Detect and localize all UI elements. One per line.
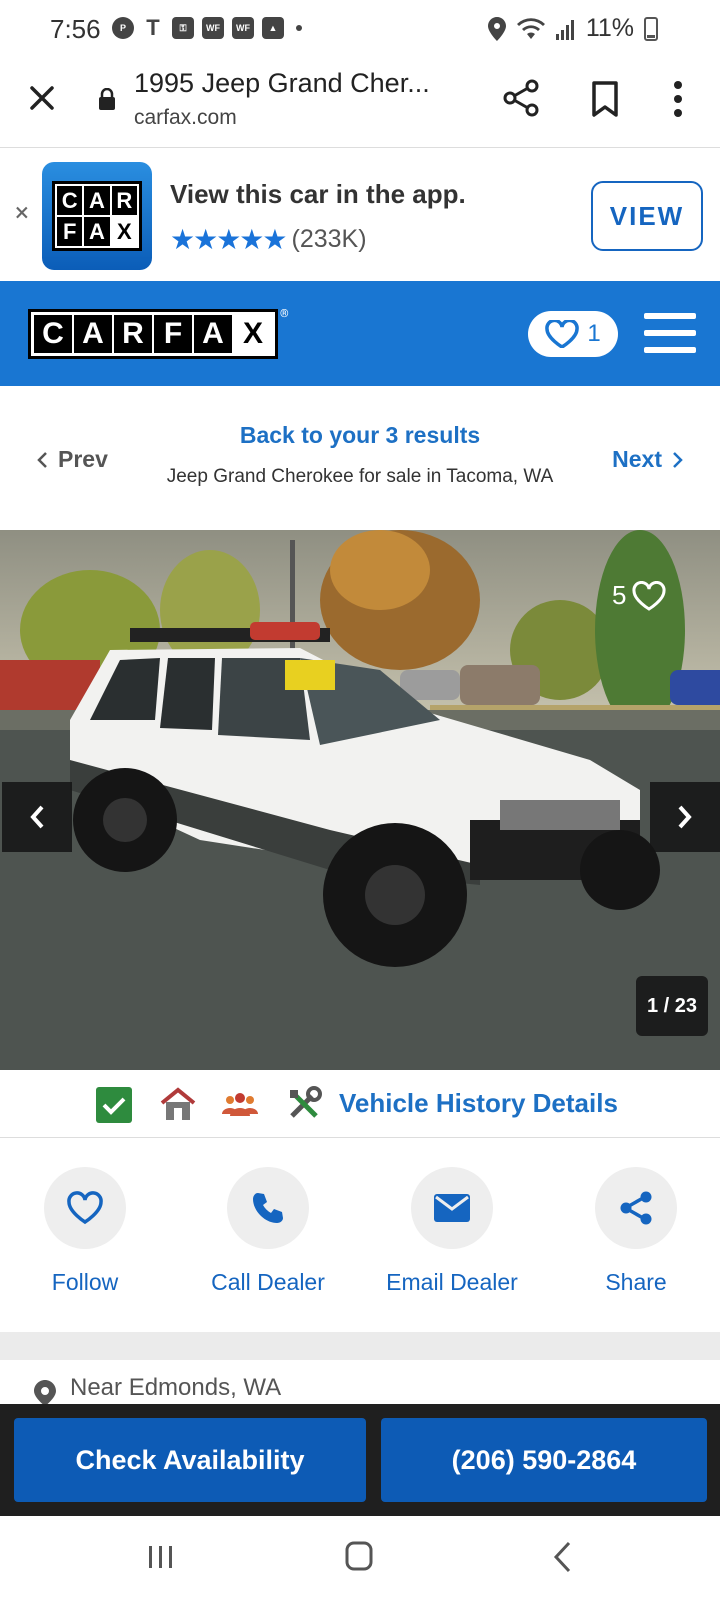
carfax-logo[interactable]: C A R F A X bbox=[28, 309, 278, 359]
system-navigation-bar bbox=[0, 1516, 720, 1600]
more-notifications-dot bbox=[296, 25, 302, 31]
share-label[interactable]: Share bbox=[605, 1269, 666, 1296]
share-icon[interactable] bbox=[502, 79, 540, 117]
status-right: 11% bbox=[487, 14, 658, 43]
listing-actions: Follow Call Dealer Email Dealer Share bbox=[0, 1139, 720, 1332]
app-rating: ★★★★★ (233K) bbox=[170, 223, 367, 256]
url-domain[interactable]: carfax.com bbox=[134, 106, 237, 130]
location-row: Near Edmonds, WA bbox=[0, 1360, 720, 1404]
browser-toolbar: 1995 Jeep Grand Cher... carfax.com bbox=[0, 58, 720, 148]
photo-save-button[interactable]: 5 bbox=[612, 580, 666, 611]
service-tools-icon bbox=[290, 1086, 322, 1118]
favorites-button[interactable]: 1 bbox=[528, 311, 618, 357]
heart-icon bbox=[545, 320, 580, 348]
follow-button[interactable] bbox=[44, 1167, 126, 1249]
location-icon bbox=[487, 16, 506, 41]
close-tab-icon[interactable] bbox=[24, 80, 60, 116]
chevron-right-icon bbox=[673, 451, 683, 468]
owners-icon bbox=[222, 1093, 258, 1116]
share-action[interactable]: Share bbox=[546, 1167, 720, 1296]
status-bar: 7:56 P T ⚿ WF WF ▲ 11% bbox=[0, 0, 720, 58]
follow-action[interactable]: Follow bbox=[0, 1167, 175, 1296]
hamburger-menu-icon[interactable] bbox=[644, 313, 696, 353]
wf-icon: WF bbox=[232, 17, 254, 39]
location-pin-icon bbox=[34, 1380, 56, 1404]
registered-mark: ® bbox=[280, 307, 289, 320]
notification-icons: P T ⚿ WF WF ▲ bbox=[112, 15, 302, 40]
call-phone-button[interactable]: (206) 590-2864 bbox=[381, 1418, 707, 1502]
app-install-banner: × C A R F A X View this car in the app. … bbox=[0, 149, 720, 281]
chevron-right-icon bbox=[678, 805, 692, 829]
photo-counter: 1 / 23 bbox=[636, 976, 708, 1036]
vehicle-history-row[interactable]: Vehicle History Details bbox=[0, 1070, 720, 1138]
wifi-icon bbox=[516, 17, 545, 39]
favorites-count: 1 bbox=[587, 320, 601, 347]
gallery-prev-button[interactable] bbox=[2, 782, 72, 852]
dismiss-banner-icon[interactable]: × bbox=[10, 199, 34, 227]
back-to-results-link[interactable]: Back to your 3 results bbox=[0, 422, 720, 449]
results-navigation: Prev Back to your 3 results Jeep Grand C… bbox=[0, 386, 720, 530]
mail-icon bbox=[434, 1194, 470, 1222]
back-icon[interactable] bbox=[550, 1540, 574, 1574]
house-icon bbox=[160, 1087, 196, 1120]
gallery-next-button[interactable] bbox=[650, 782, 720, 852]
bookmark-icon[interactable] bbox=[590, 81, 620, 117]
phone-icon bbox=[253, 1193, 283, 1223]
battery-percent: 11% bbox=[585, 14, 634, 42]
pinterest-icon: P bbox=[112, 17, 134, 39]
home-icon[interactable] bbox=[344, 1540, 374, 1572]
follow-label[interactable]: Follow bbox=[52, 1269, 118, 1296]
rating-count: (233K) bbox=[291, 225, 367, 253]
call-dealer-button[interactable] bbox=[227, 1167, 309, 1249]
wf-icon: WF bbox=[202, 17, 224, 39]
location-text: Near Edmonds, WA bbox=[70, 1374, 282, 1401]
check-availability-button[interactable]: Check Availability bbox=[14, 1418, 366, 1502]
email-dealer-button[interactable] bbox=[411, 1167, 493, 1249]
image-icon: ▲ bbox=[262, 17, 284, 39]
share-icon bbox=[620, 1191, 652, 1225]
email-dealer-action[interactable]: Email Dealer bbox=[362, 1167, 542, 1296]
battery-icon bbox=[644, 16, 658, 41]
next-listing-link[interactable]: Next bbox=[612, 446, 684, 473]
save-count: 5 bbox=[612, 580, 627, 610]
sticky-cta-bar: Check Availability (206) 590-2864 bbox=[0, 1404, 720, 1516]
call-dealer-action[interactable]: Call Dealer bbox=[178, 1167, 358, 1296]
banner-title: View this car in the app. bbox=[170, 179, 466, 209]
recents-icon[interactable] bbox=[146, 1542, 176, 1572]
chevron-left-icon bbox=[30, 805, 44, 829]
more-options-icon[interactable] bbox=[672, 80, 684, 118]
status-time: 7:56 bbox=[50, 14, 101, 44]
vehicle-photo bbox=[0, 530, 720, 1070]
signal-icon bbox=[555, 19, 574, 40]
heart-icon bbox=[67, 1191, 103, 1225]
vehicle-history-link[interactable]: Vehicle History Details bbox=[339, 1088, 618, 1119]
email-dealer-label[interactable]: Email Dealer bbox=[386, 1269, 518, 1296]
lock-icon bbox=[99, 88, 115, 110]
checkmark-icon bbox=[96, 1087, 132, 1123]
tmobile-icon: T bbox=[146, 15, 160, 40]
star-rating-icon: ★★★★★ bbox=[170, 223, 288, 256]
carfax-app-logo: C A R F A X bbox=[42, 162, 152, 270]
call-dealer-label[interactable]: Call Dealer bbox=[211, 1269, 325, 1296]
photo-gallery[interactable]: 5 1 / 23 bbox=[0, 530, 720, 1070]
key-icon: ⚿ bbox=[172, 17, 194, 39]
section-divider bbox=[0, 1332, 720, 1360]
heart-outline-icon bbox=[632, 580, 666, 611]
view-in-app-button[interactable]: VIEW bbox=[591, 181, 703, 251]
share-button[interactable] bbox=[595, 1167, 677, 1249]
page-title[interactable]: 1995 Jeep Grand Cher... bbox=[134, 68, 430, 99]
site-header: C A R F A X ® 1 bbox=[0, 281, 720, 386]
